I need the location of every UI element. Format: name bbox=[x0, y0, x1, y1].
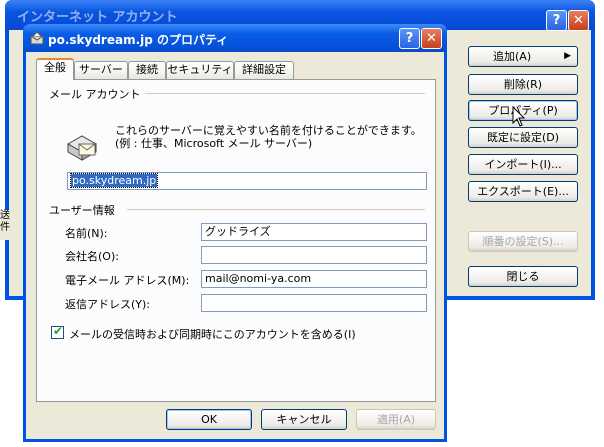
mail-account-icon bbox=[30, 31, 44, 45]
dialog-help-button[interactable]: ? bbox=[399, 28, 420, 49]
ok-button[interactable]: OK bbox=[166, 409, 252, 430]
dialog-title: po.skydream.jp のプロパティ bbox=[48, 33, 229, 47]
dialog-close-button[interactable]: ✕ bbox=[421, 28, 442, 49]
include-account-checkbox[interactable]: ✔ bbox=[51, 324, 64, 339]
company-label: 会社名(O): bbox=[65, 250, 119, 263]
bg-close-button[interactable]: ✕ bbox=[568, 10, 589, 31]
checkmark-icon: ✔ bbox=[53, 324, 64, 338]
add-account-label: 追加(A) bbox=[493, 50, 532, 63]
tab-advanced[interactable]: 詳細設定 bbox=[234, 61, 294, 79]
submenu-arrow-icon: ▶ bbox=[564, 51, 571, 61]
mail-server-icon bbox=[66, 135, 98, 161]
account-name-value: po.skydream.jp bbox=[69, 173, 159, 188]
reply-address-label: 返信アドレス(Y): bbox=[65, 298, 151, 311]
tab-security[interactable]: セキュリティ bbox=[166, 61, 234, 79]
tab-connection[interactable]: 接続 bbox=[128, 61, 166, 79]
name-input[interactable]: グッドライズ bbox=[201, 223, 427, 241]
tab-general[interactable]: 全般 bbox=[36, 58, 74, 80]
internet-accounts-title: インターネット アカウント bbox=[17, 10, 178, 25]
mail-account-description: これらのサーバーに覚えやすい名前を付けることができます。(例 : 仕事、Micr… bbox=[115, 124, 422, 150]
mouse-pointer-icon bbox=[512, 106, 526, 127]
group-divider bbox=[127, 209, 425, 210]
general-tab-panel: メール アカウント これらのサーバーに覚えやすい名前を付けることができます。(例… bbox=[36, 79, 436, 402]
close-button[interactable]: 閉じる bbox=[468, 266, 578, 287]
add-account-button[interactable]: 追加(A) ▶ bbox=[468, 46, 578, 67]
delete-account-button[interactable]: 削除(R) bbox=[468, 74, 578, 95]
reply-address-input[interactable] bbox=[201, 294, 427, 312]
dialog-body: 全般 サーバー 接続 セキュリティ 詳細設定 メール アカウント これらのサーバ… bbox=[26, 52, 444, 439]
cancel-button[interactable]: キャンセル bbox=[261, 409, 347, 430]
apply-button[interactable]: 適用(A) bbox=[356, 409, 436, 430]
company-input[interactable] bbox=[201, 246, 427, 264]
name-label: 名前(N): bbox=[65, 227, 108, 240]
left-window-strip: 送 件 bbox=[0, 210, 12, 240]
email-input[interactable]: mail@nomi-ya.com bbox=[201, 270, 427, 288]
group-divider bbox=[145, 93, 425, 94]
tab-servers[interactable]: サーバー bbox=[74, 61, 128, 79]
dialog-titlebar: po.skydream.jp のプロパティ bbox=[23, 24, 447, 52]
account-name-input[interactable]: po.skydream.jp bbox=[67, 172, 427, 190]
set-default-button[interactable]: 既定に設定(D) bbox=[468, 127, 578, 148]
set-order-button[interactable]: 順番の設定(S)... bbox=[468, 231, 578, 252]
mail-account-group-label: メール アカウント bbox=[49, 88, 141, 101]
export-button[interactable]: エクスポート(E)... bbox=[468, 181, 578, 202]
import-button[interactable]: インポート(I)... bbox=[468, 154, 578, 175]
bg-help-button[interactable]: ? bbox=[546, 10, 567, 31]
user-info-group-label: ユーザー情報 bbox=[49, 204, 115, 217]
email-label: 電子メール アドレス(M): bbox=[65, 274, 190, 287]
properties-dialog: po.skydream.jp のプロパティ ? ✕ 全般 サーバー 接続 セキュ… bbox=[23, 24, 447, 442]
include-account-label[interactable]: メールの受信時および同期時にこのアカウントを含める(I) bbox=[69, 326, 356, 342]
